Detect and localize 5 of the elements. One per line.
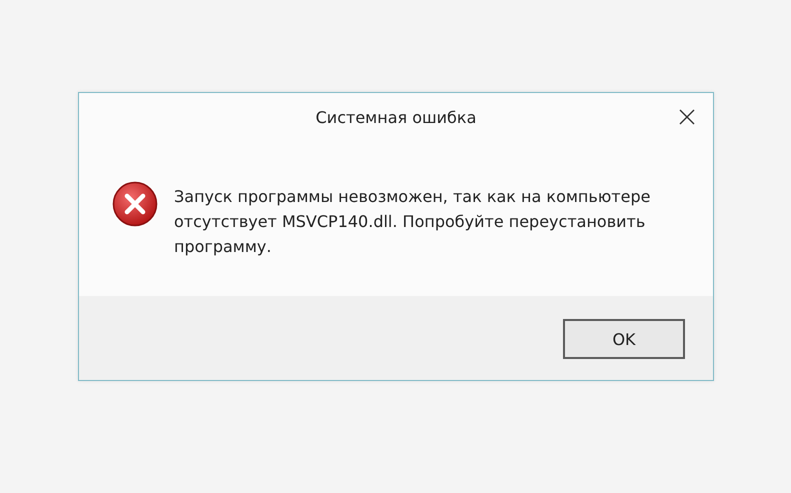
close-icon: [679, 109, 695, 125]
error-message: Запуск программы невозможен, так как на компьютере отсутствует MSVCP140.dll. Попробуйте переустановить программу.: [174, 186, 652, 258]
window-title: Системная ошибка: [316, 108, 476, 126]
ok-button[interactable]: OK: [563, 319, 685, 359]
error-icon: [112, 181, 158, 227]
